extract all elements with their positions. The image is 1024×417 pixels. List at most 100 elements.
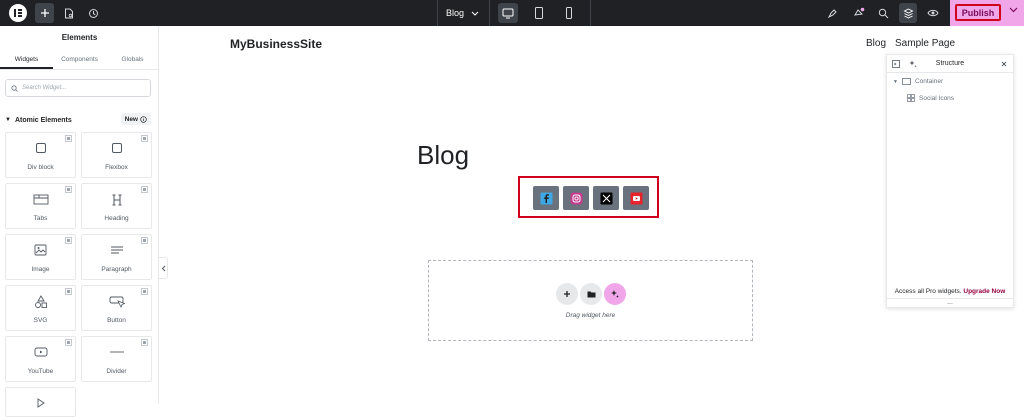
page-name: Blog	[446, 8, 465, 18]
structure-item-social-icons[interactable]: Social Icons	[907, 94, 954, 102]
social-icons-widget[interactable]	[518, 176, 659, 218]
widget-label: Heading	[104, 215, 129, 222]
x-icon[interactable]	[593, 186, 619, 210]
structure-panel: Structure ▼ Container Social Icons Acces…	[886, 54, 1014, 308]
pro-lock-icon	[65, 339, 72, 346]
pro-lock-icon	[65, 237, 72, 244]
site-settings-icon[interactable]	[824, 3, 840, 23]
pro-lock-icon	[141, 135, 148, 142]
top-bar: Blog Publish	[0, 0, 1024, 26]
structure-title: Structure	[935, 60, 965, 67]
widget-label: Image	[31, 266, 50, 273]
pro-lock-icon	[141, 186, 148, 193]
tab-components[interactable]: Components	[53, 53, 106, 69]
widget-label: Div block	[27, 164, 54, 171]
add-element-button[interactable]	[35, 3, 54, 23]
new-badge-label: New	[124, 115, 138, 123]
social-icons-icon	[907, 94, 915, 102]
page-heading[interactable]: Blog	[417, 140, 469, 171]
nav-item-blog[interactable]: Blog	[866, 38, 886, 49]
publish-button[interactable]: Publish	[955, 4, 1001, 21]
drop-zone[interactable]: Drag widget here	[428, 260, 753, 341]
add-icon	[564, 291, 570, 297]
divider-icon	[82, 346, 151, 358]
tablet-icon[interactable]	[529, 3, 549, 23]
chevron-left-icon	[161, 265, 165, 271]
history-icon[interactable]	[86, 3, 100, 23]
section-atomic-elements[interactable]: ▼ Atomic Elements New	[5, 113, 151, 127]
upgrade-now-link[interactable]: Upgrade Now	[963, 288, 1005, 295]
youtube-icon	[6, 346, 75, 358]
widget-paragraph[interactable]: Paragraph	[81, 234, 152, 280]
preview-icon[interactable]	[925, 3, 941, 23]
widget-label: Divider	[106, 368, 127, 375]
search-widget-input[interactable]: Search Widget...	[5, 79, 151, 97]
div-block-icon	[6, 142, 75, 154]
drop-zone-text: Drag widget here	[565, 312, 616, 319]
notifications-icon[interactable]	[851, 3, 867, 23]
structure-header: Structure	[887, 55, 1013, 73]
desktop-icon[interactable]	[498, 3, 518, 23]
widget-label: Tabs	[33, 215, 48, 222]
widget-svg[interactable]: SVG	[5, 285, 76, 331]
search-placeholder: Search Widget...	[22, 85, 67, 91]
structure-icon[interactable]	[899, 3, 917, 23]
topbar-divider	[590, 0, 591, 26]
image-icon	[6, 244, 75, 256]
nav-item-sample-page[interactable]: Sample Page	[895, 38, 955, 49]
widget-label: SVG	[33, 317, 48, 324]
structure-item-label: Container	[914, 78, 944, 85]
pro-lock-icon	[141, 339, 148, 346]
resize-handle[interactable]: ...	[887, 298, 1013, 309]
widget-youtube[interactable]: YouTube	[5, 336, 76, 382]
widget-image[interactable]: Image	[5, 234, 76, 280]
panel-title: Elements	[61, 33, 98, 42]
facebook-icon[interactable]	[533, 186, 559, 210]
structure-item-container[interactable]: ▼ Container	[893, 78, 943, 85]
flexbox-icon	[82, 142, 151, 154]
instagram-icon[interactable]	[563, 186, 589, 210]
heading-icon	[82, 193, 151, 207]
button-icon	[82, 295, 151, 308]
search-icon[interactable]	[875, 3, 891, 23]
template-library-button[interactable]	[580, 283, 602, 305]
page-selector[interactable]: Blog	[446, 5, 479, 21]
page-settings-icon[interactable]	[62, 3, 76, 23]
widget-divider[interactable]: Divider	[81, 336, 152, 382]
mobile-icon[interactable]	[559, 3, 579, 23]
widget-heading[interactable]: Heading	[81, 183, 152, 229]
widget-button[interactable]: Button	[81, 285, 152, 331]
youtube-icon[interactable]	[623, 186, 649, 210]
caret-down-icon: ▼	[5, 117, 11, 123]
site-nav: Blog Sample Page	[866, 38, 955, 49]
widget-partial[interactable]	[5, 387, 76, 417]
add-icon	[40, 9, 49, 17]
widget-div-block[interactable]: Div block	[5, 132, 76, 178]
collapse-panel-button[interactable]	[159, 257, 168, 279]
tabs-icon	[6, 193, 75, 205]
widget-label: Button	[107, 317, 126, 324]
close-icon[interactable]	[1001, 61, 1007, 67]
tab-widgets[interactable]: Widgets	[0, 53, 53, 69]
topbar-divider	[489, 0, 490, 26]
section-title: Atomic Elements	[14, 116, 72, 124]
elements-panel: Elements Widgets Components Globals Sear…	[0, 26, 159, 417]
ai-button[interactable]	[604, 283, 626, 305]
publish-area: Publish	[950, 0, 1024, 26]
chevron-down-icon[interactable]	[1009, 7, 1018, 13]
pro-lock-icon	[141, 237, 148, 244]
info-icon	[140, 115, 147, 123]
elementor-logo-icon[interactable]	[9, 4, 27, 22]
site-title[interactable]: MyBusinessSite	[230, 37, 322, 51]
widget-label: Paragraph	[101, 266, 132, 273]
pro-upsell-text: Access all Pro widgets.	[894, 288, 962, 295]
widget-flexbox[interactable]: Flexbox	[81, 132, 152, 178]
widget-tabs[interactable]: Tabs	[5, 183, 76, 229]
structure-item-label: Social Icons	[919, 94, 955, 102]
container-icon	[902, 78, 911, 85]
tab-globals[interactable]: Globals	[106, 53, 159, 69]
add-section-button[interactable]	[556, 283, 578, 305]
widget-label: YouTube	[27, 368, 54, 375]
widget-label: Flexbox	[105, 164, 128, 171]
play-icon	[6, 398, 75, 408]
